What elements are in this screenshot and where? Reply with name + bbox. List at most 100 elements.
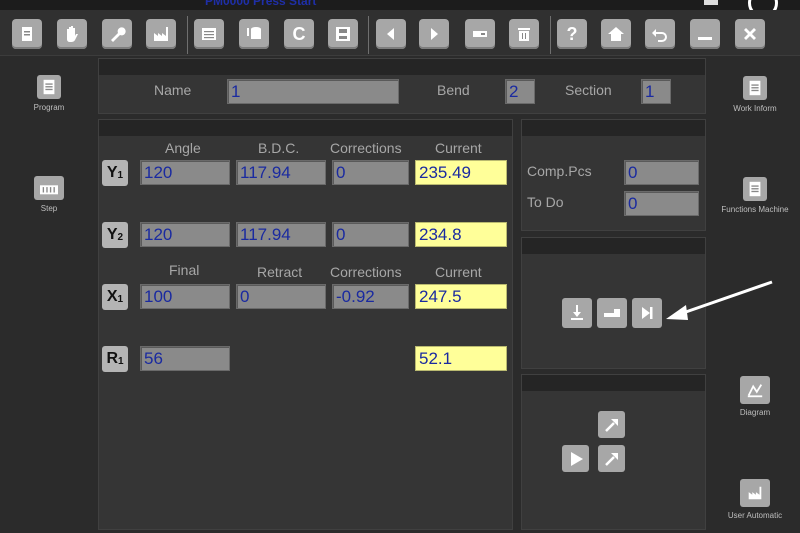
y2-current-value: 234.8 [415,222,507,247]
undo-button[interactable] [645,19,675,49]
section-field[interactable]: 1 [641,79,671,104]
name-label: Name [154,82,192,98]
close-button[interactable] [735,19,765,49]
panel-header [99,120,512,136]
y2-bdc-field[interactable]: 117.94 [236,222,326,247]
window-minimize-bar[interactable] [704,0,718,5]
c-button[interactable]: C [284,19,314,49]
press-control-screen: PM0000 Press Start C ? Program Step Work… [0,0,800,533]
close-icon [744,28,756,40]
skip-forward-icon [642,307,653,319]
list-button[interactable] [194,19,224,49]
col-corrections-2: Corrections [330,264,402,280]
col-angle: Angle [165,140,201,156]
y1-angle-field[interactable]: 120 [140,160,230,185]
nav-program[interactable]: Program [4,75,94,112]
play-icon [570,451,583,466]
panel-header [522,238,705,254]
minimize-button[interactable] [690,19,720,49]
bend-field[interactable]: 2 [505,79,535,104]
col-bdc: B.D.C. [258,140,300,156]
nav-step[interactable]: Step [4,176,94,213]
previous-button[interactable] [376,19,406,49]
section-label: Section [565,82,612,98]
x1-current-value: 247.5 [415,284,507,309]
arrow-left-icon [387,28,394,40]
program-icon [37,75,61,99]
x1-retract-field[interactable]: 0 [236,284,326,309]
to-do-field[interactable]: 0 [624,191,699,216]
document-icon [22,27,32,41]
home-icon [608,27,624,41]
x1-final-field[interactable]: 100 [140,284,230,309]
jog-up-button[interactable] [598,411,625,438]
toolbar-separator [368,16,369,54]
minimize-icon [698,37,712,40]
col-current-2: Current [435,264,482,280]
help-button[interactable]: ? [557,19,587,49]
factory-button[interactable] [146,19,176,49]
insert-button[interactable] [465,19,495,49]
y1-current-value: 235.49 [415,160,507,185]
y1-bdc-field[interactable]: 117.94 [236,160,326,185]
nav-work-inform-label: Work Inform [733,104,777,113]
save-icon [336,27,350,41]
name-field[interactable]: 1 [227,79,399,104]
axes-panel: Angle B.D.C. Corrections Current Y1 120 … [98,119,513,530]
wrench-button[interactable] [102,19,132,49]
panel-header [522,120,705,136]
diagonal-arrow-icon [604,418,618,432]
col-final: Final [169,262,200,278]
col-corrections: Corrections [330,140,402,156]
sheet-icon [604,309,620,317]
counts-panel: Comp.Pcs 0 To Do 0 [521,119,706,231]
r1-final-field[interactable]: 56 [140,346,230,371]
jog-down-button[interactable] [598,445,625,472]
title-strip [0,0,800,10]
window-title: PM0000 Press Start [205,0,317,8]
toolbar-separator [550,16,551,54]
y1-corrections-field[interactable]: 0 [332,160,409,185]
axis-y2-tag: Y2 [102,222,128,248]
panel-header [99,59,705,75]
nav-step-label: Step [40,204,58,213]
sheet-button[interactable] [597,298,627,328]
y2-corrections-field[interactable]: 0 [332,222,409,247]
step-icon [34,176,64,200]
col-current: Current [435,140,482,156]
nav-functions-machine-label: Functions Machine [721,205,789,214]
x1-corrections-field[interactable]: -0.92 [332,284,409,309]
nav-functions-machine[interactable]: Functions Machine [710,177,800,214]
bend-label: Bend [437,82,470,98]
database-button[interactable] [239,19,269,49]
pointer-arrow-icon [666,280,773,320]
to-do-label: To Do [527,194,564,210]
next-button[interactable] [419,19,449,49]
wrench-icon [111,27,126,42]
step-forward-button[interactable] [632,298,662,328]
comp-pcs-field[interactable]: 0 [624,160,699,185]
save-button[interactable] [328,19,358,49]
toolbar-separator [187,16,188,54]
nav-work-inform[interactable]: Work Inform [710,76,800,113]
comp-pcs-label: Comp.Pcs [527,163,592,179]
r1-current-value: 52.1 [415,346,507,371]
document-button[interactable] [12,19,42,49]
home-button[interactable] [601,19,631,49]
y2-angle-field[interactable]: 120 [140,222,230,247]
factory-icon [740,479,770,507]
trash-icon [518,28,530,41]
diagram-icon [740,376,770,404]
arrow-right-icon [431,28,438,40]
hand-icon [67,26,78,42]
axis-r1-tag: R1 [102,346,128,372]
work-inform-icon [743,76,767,100]
undo-icon [652,29,667,42]
delete-button[interactable] [509,19,539,49]
hand-button[interactable] [57,19,87,49]
nav-diagram[interactable]: Diagram [710,376,800,417]
start-button[interactable] [562,445,589,472]
nav-user-automatic[interactable]: User Automatic [710,479,800,520]
bend-down-button[interactable] [562,298,592,328]
bend-down-icon [571,305,583,320]
